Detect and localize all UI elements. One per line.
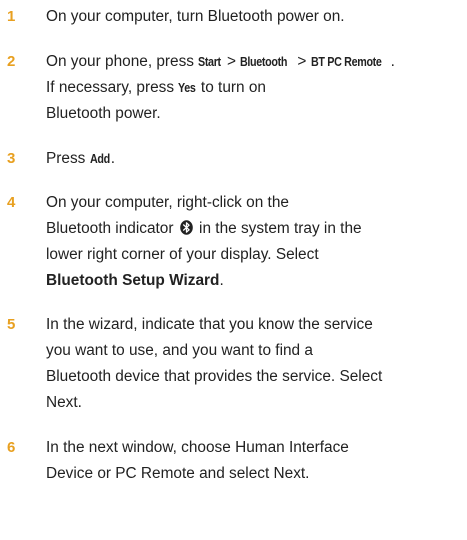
- menu-separator: >: [293, 53, 311, 70]
- ui-label-yes: Yes: [178, 81, 196, 95]
- step-line: Bluetooth indicator in the system tray i…: [46, 216, 464, 242]
- step-text: In the wizard, indicate that you know th…: [46, 312, 464, 416]
- step-number: 1: [7, 8, 16, 25]
- step-line: Device or PC Remote and select Next.: [46, 465, 310, 482]
- step-text: On your computer, turn Bluetooth power o…: [46, 4, 464, 30]
- step-number: 5: [7, 316, 16, 333]
- ui-label-add: Add: [89, 152, 110, 166]
- step-line: lower right corner of your display. Sele…: [46, 246, 319, 263]
- text-segment: Bluetooth indicator: [46, 220, 178, 237]
- step-line: Next.: [46, 394, 82, 411]
- step-line: If necessary, press Yes to turn on: [46, 75, 464, 101]
- text-segment: .: [390, 53, 395, 70]
- step-text: On your computer, right-click on the Blu…: [46, 190, 464, 294]
- step-line: On your computer, right-click on the: [46, 194, 289, 211]
- text-segment: in the system tray in the: [194, 220, 362, 237]
- step-line: On your phone, press Start > Bluetooth >…: [46, 49, 464, 75]
- menu-separator: >: [222, 53, 241, 70]
- step-line: Bluetooth power.: [46, 105, 161, 122]
- ui-label-bt-pc-remote: BT PC Remote: [310, 55, 382, 69]
- step-text: Press Add.: [46, 146, 464, 172]
- step-line: In the wizard, indicate that you know th…: [46, 316, 373, 333]
- text-segment: .: [110, 150, 116, 167]
- text-segment: .: [219, 272, 224, 289]
- ui-label-start: Start: [198, 55, 222, 69]
- step-text: In the next window, choose Human Interfa…: [46, 435, 464, 487]
- step-line: In the next window, choose Human Interfa…: [46, 439, 349, 456]
- text-segment: Press: [46, 150, 90, 167]
- step-line: Bluetooth Setup Wizard.: [46, 268, 464, 294]
- step-number: 2: [7, 53, 16, 70]
- text-segment: On your phone, press: [46, 53, 199, 70]
- step-text: On your phone, press Start > Bluetooth >…: [46, 49, 464, 127]
- step-line: you want to use, and you want to find a: [46, 342, 313, 359]
- step-number: 3: [7, 150, 16, 167]
- text-segment: to turn on: [196, 79, 266, 96]
- step-line: On your computer, turn Bluetooth power o…: [46, 8, 345, 25]
- text-segment: If necessary, press: [46, 79, 179, 96]
- step-number: 6: [7, 439, 16, 456]
- step-line: Press Add.: [46, 146, 464, 172]
- ui-label-bluetooth: Bluetooth: [240, 55, 288, 69]
- step-line: Bluetooth device that provides the servi…: [46, 368, 383, 385]
- bold-label-wizard: Bluetooth Setup Wizard: [46, 272, 220, 289]
- step-number: 4: [7, 194, 16, 211]
- bluetooth-icon: [179, 220, 193, 235]
